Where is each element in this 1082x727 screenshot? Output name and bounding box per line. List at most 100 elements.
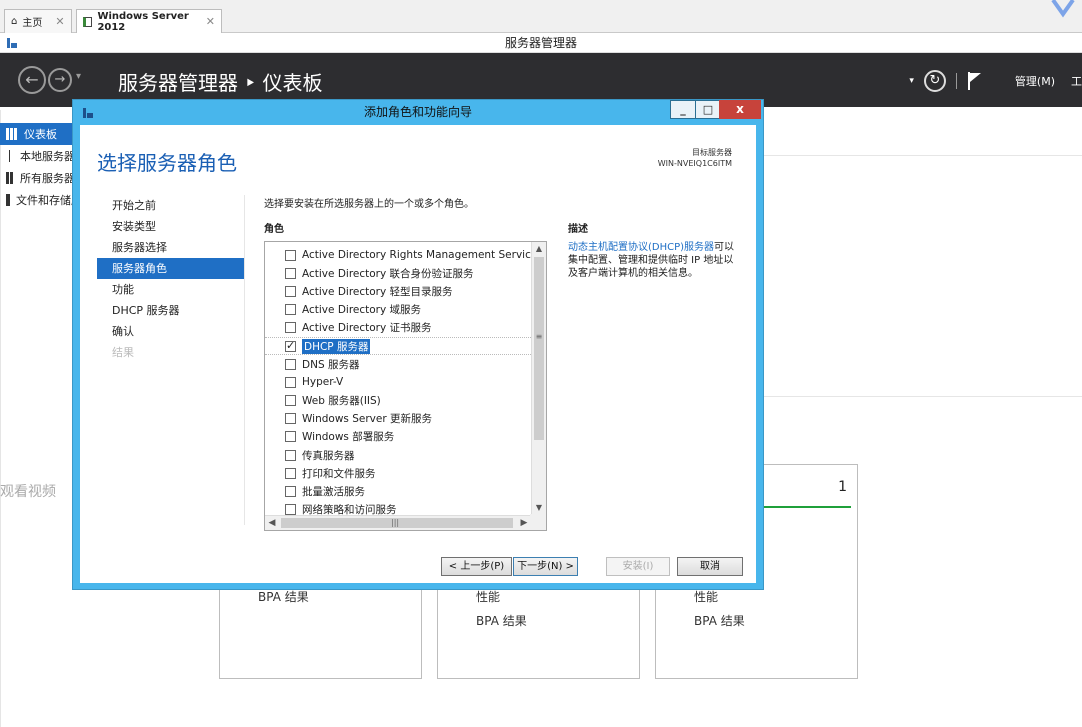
role-checkbox[interactable] xyxy=(285,413,296,425)
role-item[interactable]: DNS 服务器 xyxy=(265,355,533,373)
roles-items: Active Directory Rights Management Servi… xyxy=(265,246,543,519)
role-checkbox[interactable] xyxy=(285,339,296,352)
app-logo-icon xyxy=(1051,0,1075,18)
role-checkbox[interactable] xyxy=(285,285,296,297)
wizard-step-active[interactable]: 服务器角色 xyxy=(97,258,244,279)
role-checkbox[interactable] xyxy=(285,449,296,461)
forward-button[interactable]: → xyxy=(48,68,72,92)
cancel-button[interactable]: 取消 xyxy=(677,557,743,576)
vm-tab-label: Windows Server 2012 xyxy=(97,10,189,33)
home-icon: ⌂ xyxy=(11,16,18,27)
vertical-scrollbar[interactable]: ▲ ≡ ▼ xyxy=(531,242,546,515)
storage-icon xyxy=(6,194,10,206)
minimize-button[interactable]: _ xyxy=(670,100,696,119)
grip-icon: ||| xyxy=(391,518,400,527)
back-button[interactable]: ← xyxy=(18,66,46,94)
sidebar-item-label: 本地服务器 xyxy=(20,150,75,163)
role-label: Web 服务器(IIS) xyxy=(302,395,381,408)
next-button[interactable]: 下一步(N) > xyxy=(513,557,578,576)
role-checkbox[interactable] xyxy=(285,249,296,261)
role-item[interactable]: Active Directory 证书服务 xyxy=(265,319,533,337)
grid-icon xyxy=(6,128,18,140)
chevron-down-icon[interactable]: ▼ xyxy=(532,501,546,515)
maximize-button[interactable]: □ xyxy=(695,100,721,119)
role-checkbox[interactable] xyxy=(285,304,296,316)
role-label: Windows 部署服务 xyxy=(302,431,395,444)
role-label: Active Directory Rights Management Servi… xyxy=(302,249,543,262)
roles-list[interactable]: Active Directory Rights Management Servi… xyxy=(264,241,547,531)
header-toolbar: ▾ ↻ 管理(M) 工 xyxy=(909,69,1082,93)
wizard-step[interactable]: 安装类型 xyxy=(97,216,244,237)
page-title: 服务器管理器 ‣ 仪表板 xyxy=(118,71,323,95)
sidebar-item-all-servers[interactable]: 所有服务器 xyxy=(0,167,75,189)
wizard-step[interactable]: DHCP 服务器 xyxy=(97,300,244,321)
role-item[interactable]: 批量激活服务 xyxy=(265,482,533,500)
wizard-step[interactable]: 服务器选择 xyxy=(97,237,244,258)
role-item[interactable]: Active Directory Rights Management Servi… xyxy=(265,246,543,264)
horizontal-scrollbar[interactable]: ◀ ||| ▶ xyxy=(265,515,531,530)
role-label: Active Directory 轻型目录服务 xyxy=(302,285,453,298)
chevron-right-icon[interactable]: ▶ xyxy=(517,516,531,530)
wizard-body: 选择服务器角色 目标服务器 WIN-NVEIQ1C6ITM 开始之前 安装类型 … xyxy=(80,125,756,583)
role-label: 打印和文件服务 xyxy=(302,467,376,480)
role-item[interactable]: 传真服务器 xyxy=(265,446,533,464)
close-button[interactable]: x xyxy=(719,100,761,119)
role-item[interactable]: Windows 部署服务 xyxy=(265,428,533,446)
target-server-info: 目标服务器 WIN-NVEIQ1C6ITM xyxy=(658,147,732,169)
screen: ⌂ 主页 ✕ Windows Server 2012 ✕ 服务器管理器 ← → … xyxy=(0,0,1082,727)
close-icon[interactable]: ✕ xyxy=(206,15,215,28)
role-checkbox[interactable] xyxy=(285,376,296,388)
role-checkbox[interactable] xyxy=(285,431,296,443)
previous-button[interactable]: < 上一步(P) xyxy=(441,557,512,576)
chevron-up-icon[interactable]: ▲ xyxy=(532,242,546,256)
role-item[interactable]: Active Directory 轻型目录服务 xyxy=(265,282,533,300)
chevron-left-icon[interactable]: ◀ xyxy=(265,516,279,530)
role-item[interactable]: Web 服务器(IIS) xyxy=(265,392,533,410)
role-label: 批量激活服务 xyxy=(302,486,365,499)
sidebar-item-dashboard[interactable]: 仪表板 xyxy=(0,123,75,145)
role-checkbox[interactable] xyxy=(285,504,296,516)
role-checkbox[interactable] xyxy=(285,395,296,407)
flag-icon[interactable] xyxy=(967,71,983,91)
description-link[interactable]: 动态主机配置协议(DHCP)服务器 xyxy=(568,242,714,253)
manage-menu[interactable]: 管理(M) xyxy=(1015,73,1055,89)
chevron-down-icon[interactable]: ▾ xyxy=(76,71,81,82)
role-checkbox[interactable] xyxy=(285,486,296,498)
grip-icon: ≡ xyxy=(535,332,543,341)
role-item[interactable]: 打印和文件服务 xyxy=(265,464,533,482)
role-item[interactable]: Windows Server 更新服务 xyxy=(265,410,533,428)
wizard-step[interactable]: 确认 xyxy=(97,321,244,342)
role-checkbox[interactable] xyxy=(285,322,296,334)
tools-menu[interactable]: 工 xyxy=(1071,73,1082,89)
close-icon[interactable]: ✕ xyxy=(55,15,64,28)
role-item[interactable]: Active Directory 联合身份验证服务 xyxy=(265,264,533,282)
role-item[interactable]: DHCP 服务器 xyxy=(265,336,533,356)
vm-tab-label: 主页 xyxy=(22,18,43,29)
role-label: DHCP 服务器 xyxy=(302,338,371,354)
chevron-down-icon[interactable]: ▾ xyxy=(909,76,914,86)
role-checkbox[interactable] xyxy=(285,467,296,479)
wizard-step[interactable]: 开始之前 xyxy=(97,195,244,216)
sidebar-item-local-server[interactable]: 本地服务器 xyxy=(0,145,75,167)
role-item[interactable]: Hyper-V xyxy=(265,373,533,391)
window-title: 服务器管理器 xyxy=(504,36,577,50)
tile-line: BPA 结果 xyxy=(476,614,527,628)
separator xyxy=(955,73,957,89)
sidebar-item-file-storage[interactable]: 文件和存储服务 xyxy=(0,189,75,211)
page-heading: 选择服务器角色 xyxy=(97,151,237,175)
role-checkbox[interactable] xyxy=(285,358,296,370)
role-label: 传真服务器 xyxy=(302,449,355,462)
sidebar-item-label: 仪表板 xyxy=(24,128,57,141)
role-item[interactable]: Active Directory 域服务 xyxy=(265,301,533,319)
vm-tab-server[interactable]: Windows Server 2012 ✕ xyxy=(76,9,222,33)
vm-tab-home[interactable]: ⌂ 主页 ✕ xyxy=(4,9,72,33)
tile-line: 性能 xyxy=(694,590,719,604)
servers-icon xyxy=(6,172,14,184)
role-checkbox[interactable] xyxy=(285,267,296,279)
wizard-step[interactable]: 功能 xyxy=(97,279,244,300)
refresh-icon[interactable]: ↻ xyxy=(923,70,946,92)
scroll-thumb[interactable] xyxy=(534,257,544,440)
watch-video-overlay: 观看视频 xyxy=(0,484,56,500)
role-label: DNS 服务器 xyxy=(302,358,360,371)
arrow-left-icon: ← xyxy=(25,70,39,89)
